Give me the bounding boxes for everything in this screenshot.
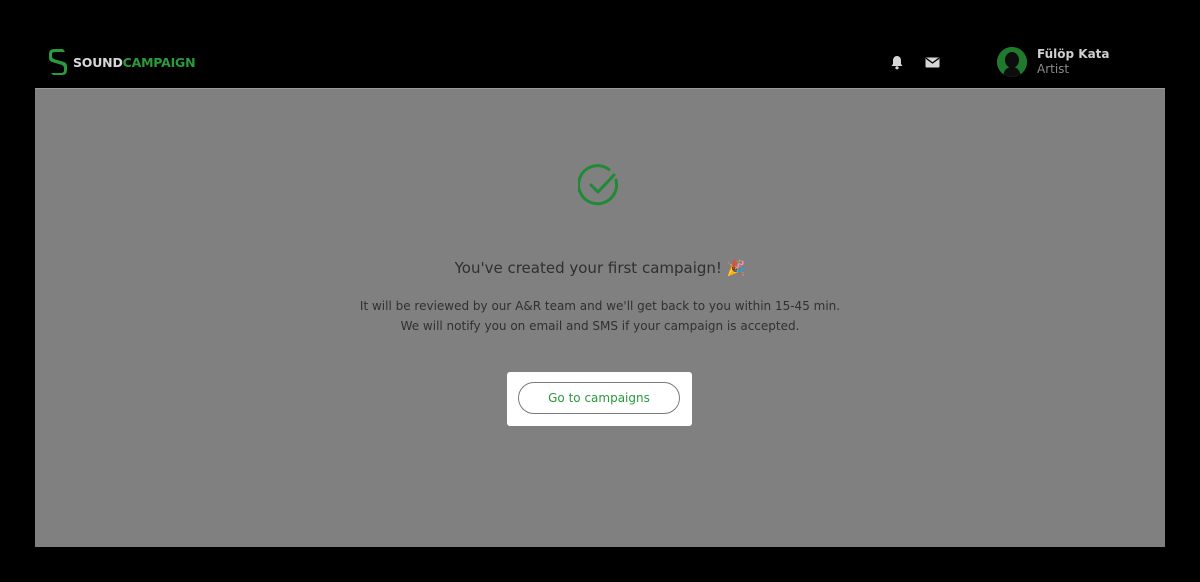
app-window: SOUNDCAMPAIGN Fülöp Kata Artist You've c… bbox=[0, 0, 1200, 582]
check-circle-icon bbox=[577, 164, 622, 208]
logo-mark-icon bbox=[49, 49, 67, 75]
mail-icon[interactable] bbox=[923, 53, 941, 71]
description-line-2: We will notify you on email and SMS if y… bbox=[400, 319, 800, 333]
brand-logo[interactable]: SOUNDCAMPAIGN bbox=[48, 47, 196, 77]
user-name: Fülöp Kata bbox=[1037, 47, 1110, 61]
confirmation-panel: You've created your first campaign! 🎉 It… bbox=[35, 88, 1165, 547]
brand-wordmark-campaign: CAMPAIGN bbox=[122, 54, 196, 70]
user-info: Fülöp Kata Artist bbox=[1037, 47, 1110, 77]
user-role: Artist bbox=[1037, 62, 1070, 76]
cta-highlight: Go to campaigns bbox=[507, 372, 692, 426]
description-line-1: It will be reviewed by our A&R team and … bbox=[359, 299, 841, 313]
go-to-campaigns-button[interactable]: Go to campaigns bbox=[518, 382, 680, 414]
bell-icon[interactable] bbox=[888, 53, 906, 71]
avatar bbox=[997, 47, 1027, 77]
confirmation-title: You've created your first campaign! 🎉 bbox=[454, 259, 746, 277]
user-menu[interactable]: Fülöp Kata Artist bbox=[997, 47, 1110, 77]
brand-wordmark: SOUNDCAMPAIGN bbox=[73, 54, 196, 70]
confirmation-description: It will be reviewed by our A&R team and … bbox=[35, 296, 1165, 336]
top-navbar: SOUNDCAMPAIGN Fülöp Kata Artist bbox=[35, 35, 1165, 88]
brand-wordmark-sound: SOUND bbox=[73, 54, 123, 70]
